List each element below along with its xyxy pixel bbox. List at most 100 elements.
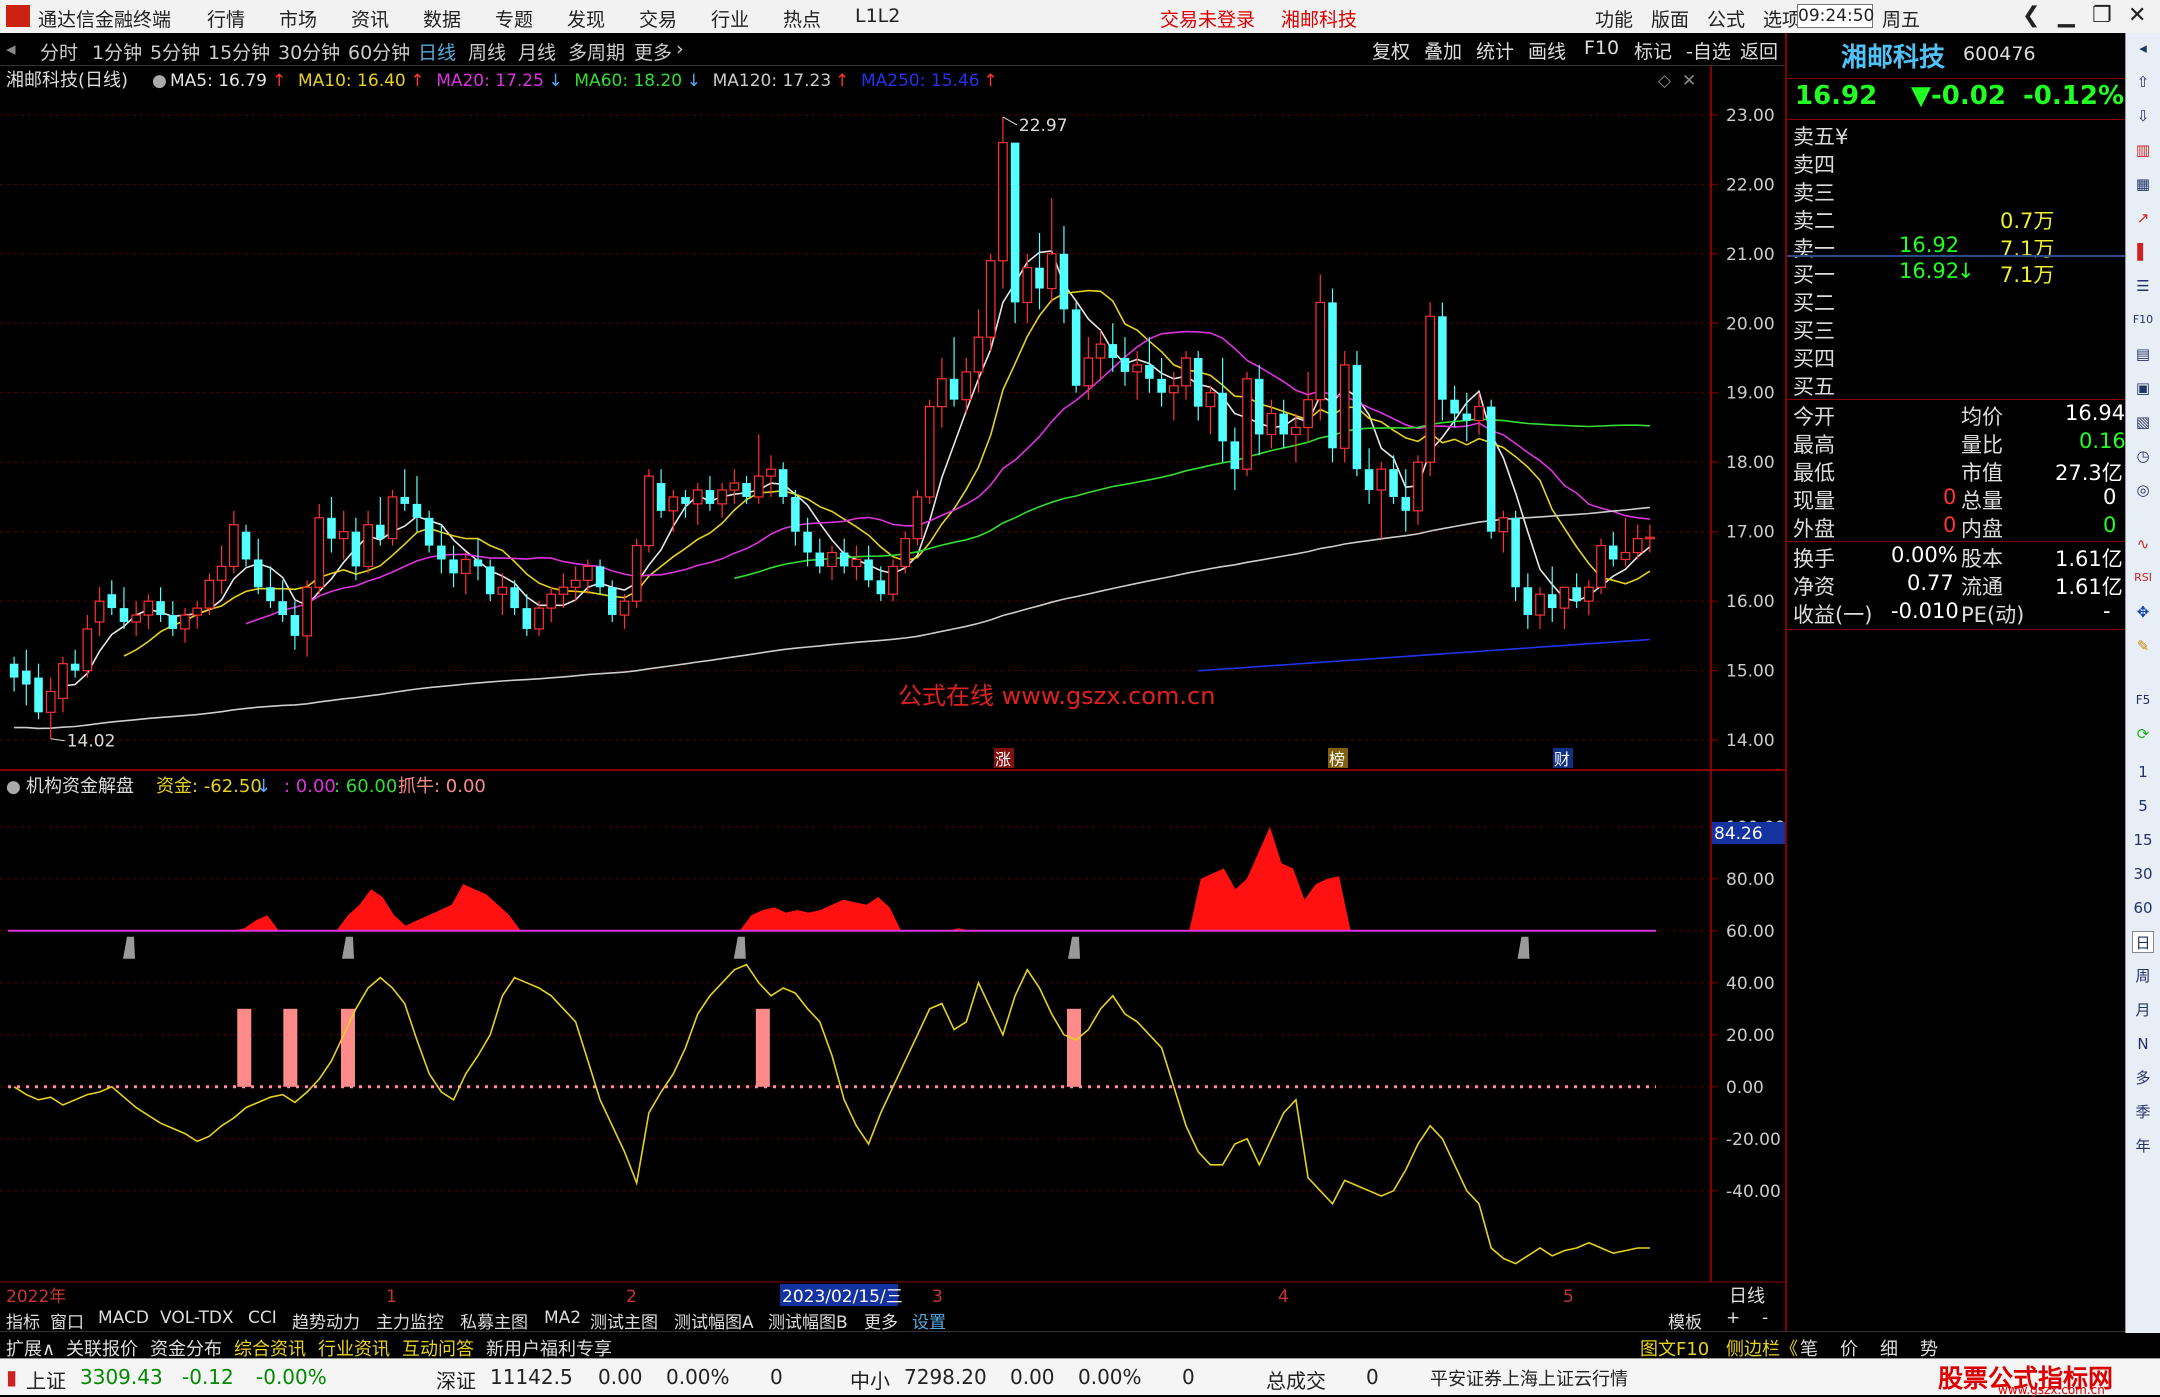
list-icon[interactable]: ☰ bbox=[2132, 275, 2154, 297]
f10-button[interactable]: F10 bbox=[1584, 37, 1619, 59]
period-30-button[interactable]: 30 bbox=[2132, 863, 2154, 885]
remove-watchlist-button[interactable]: -自选 bbox=[1686, 37, 1731, 64]
statistics-button[interactable]: 统计 bbox=[1476, 37, 1514, 64]
template-button[interactable]: 模板 bbox=[1668, 1308, 1702, 1333]
trade-login-notice[interactable]: 交易未登录 bbox=[1160, 5, 1255, 32]
menu-layout[interactable]: 版面 bbox=[1651, 5, 1689, 32]
menu-info[interactable]: 资讯 bbox=[351, 5, 389, 32]
tab-15min[interactable]: 15分钟 bbox=[208, 38, 270, 65]
sz-label[interactable]: 深证 bbox=[436, 1365, 476, 1394]
remove-pane-button[interactable]: - bbox=[1762, 1308, 1768, 1328]
period-week-button[interactable]: 周 bbox=[2132, 965, 2154, 987]
close-icon[interactable]: ✕ bbox=[2128, 3, 2146, 28]
target-icon[interactable]: ◎ bbox=[2132, 479, 2154, 501]
period-day-button[interactable]: 日 bbox=[2132, 931, 2154, 953]
tab-macd[interactable]: MACD bbox=[98, 1308, 149, 1328]
menu-data[interactable]: 数据 bbox=[423, 5, 461, 32]
chart-diamond-icon[interactable]: ◇ bbox=[1658, 71, 1672, 91]
kline-icon[interactable]: ▥ bbox=[2132, 139, 2154, 161]
period-15-button[interactable]: 15 bbox=[2132, 829, 2154, 851]
tab-weekly[interactable]: 周线 bbox=[468, 38, 506, 65]
tab-1min[interactable]: 1分钟 bbox=[92, 38, 142, 65]
period-multi-button[interactable]: 多 bbox=[2132, 1067, 2154, 1089]
period-month-button[interactable]: 月 bbox=[2132, 999, 2154, 1021]
period-5-button[interactable]: 5 bbox=[2132, 795, 2154, 817]
tab-window[interactable]: 窗口 bbox=[50, 1308, 84, 1333]
period-60-button[interactable]: 60 bbox=[2132, 897, 2154, 919]
sh-label[interactable]: 上证 bbox=[26, 1365, 66, 1394]
more-chevron-icon[interactable]: › bbox=[676, 38, 684, 60]
f5-icon[interactable]: F5 bbox=[2132, 689, 2154, 711]
f10-icon[interactable]: F10 bbox=[2132, 309, 2154, 331]
table-icon[interactable]: ▤ bbox=[2132, 343, 2154, 365]
zx-label[interactable]: 中小 bbox=[850, 1365, 890, 1394]
rsi-icon[interactable]: RSI bbox=[2132, 567, 2154, 589]
refresh-icon[interactable]: ⟳ bbox=[2132, 723, 2154, 745]
menu-discover[interactable]: 发现 bbox=[567, 5, 605, 32]
tab-indicator[interactable]: 指标 bbox=[6, 1308, 40, 1333]
tab-test-sub-b[interactable]: 测试幅图B bbox=[768, 1308, 848, 1333]
menu-l1l2[interactable]: L1L2 bbox=[855, 5, 900, 27]
back-icon[interactable]: ❮ bbox=[2022, 3, 2040, 28]
document-icon[interactable]: ▣ bbox=[2132, 377, 2154, 399]
broker-name[interactable]: 平安证券上海上证云行情 bbox=[1430, 1365, 1628, 1391]
bid1-price[interactable]: 16.92 bbox=[1899, 259, 1959, 287]
menu-trade[interactable]: 交易 bbox=[639, 5, 677, 32]
collapse-left-icon[interactable]: ◂ bbox=[2132, 37, 2154, 59]
tab-trend-power[interactable]: 趋势动力 bbox=[292, 1308, 360, 1333]
bid1-label[interactable]: 买一 bbox=[1793, 259, 1835, 287]
settings-icon[interactable]: ● bbox=[152, 71, 167, 91]
arrow-down-icon[interactable]: ⇩ bbox=[2132, 105, 2154, 127]
overlay-button[interactable]: 叠加 bbox=[1424, 37, 1462, 64]
mark-button[interactable]: 标记 bbox=[1634, 37, 1672, 64]
collapse-icon[interactable]: ◂ bbox=[6, 38, 16, 60]
restore-icon[interactable]: ❐ bbox=[2092, 3, 2112, 28]
menu-options[interactable]: 选项 bbox=[1763, 5, 1801, 32]
marker-bang[interactable]: 榜 bbox=[1329, 750, 1345, 769]
tab-more[interactable]: 更多 bbox=[634, 38, 672, 65]
trend-icon[interactable]: ↗ bbox=[2132, 207, 2154, 229]
tab-daily[interactable]: 日线 bbox=[418, 38, 456, 65]
chart-line-icon[interactable]: ∿ bbox=[2132, 533, 2154, 555]
return-button[interactable]: 返回 bbox=[1740, 37, 1778, 64]
sub-settings-icon[interactable]: ● bbox=[6, 777, 21, 797]
period-1-button[interactable]: 1 bbox=[2132, 761, 2154, 783]
menu-market[interactable]: 行情 bbox=[207, 5, 245, 32]
restore-rights-button[interactable]: 复权 bbox=[1372, 37, 1410, 64]
tab-vol-tdx[interactable]: VOL-TDX bbox=[160, 1308, 234, 1328]
draw-line-button[interactable]: 画线 bbox=[1528, 37, 1566, 64]
f2-icon[interactable]: ▧ bbox=[2132, 411, 2154, 433]
tab-test-main[interactable]: 测试主图 bbox=[590, 1308, 658, 1333]
period-quarter-button[interactable]: 季 bbox=[2132, 1101, 2154, 1123]
grid-icon[interactable]: ▦ bbox=[2132, 173, 2154, 195]
tab-multiperiod[interactable]: 多周期 bbox=[568, 38, 625, 65]
tab-main-monitor[interactable]: 主力监控 bbox=[376, 1308, 444, 1333]
arrow-up-icon[interactable]: ⇧ bbox=[2132, 71, 2154, 93]
marker-zhang[interactable]: 涨 bbox=[995, 750, 1011, 769]
tab-intraday[interactable]: 分时 bbox=[40, 38, 78, 65]
menu-market-2[interactable]: 市场 bbox=[279, 5, 317, 32]
period-year-button[interactable]: 年 bbox=[2132, 1135, 2154, 1157]
menu-topic[interactable]: 专题 bbox=[495, 5, 533, 32]
candle-icon[interactable]: ▌ bbox=[2132, 241, 2154, 263]
move-icon[interactable]: ✥ bbox=[2132, 601, 2154, 623]
tab-30min[interactable]: 30分钟 bbox=[278, 38, 340, 65]
minimize-icon[interactable]: ▁ bbox=[2058, 3, 2075, 28]
marker-cai[interactable]: 财 bbox=[1554, 750, 1570, 769]
tab-settings[interactable]: 设置 bbox=[912, 1308, 946, 1333]
tab-60min[interactable]: 60分钟 bbox=[348, 38, 410, 65]
period-n-button[interactable]: N bbox=[2132, 1033, 2154, 1055]
chart-area[interactable]: 湘邮科技(日线) ● MA5: 16.79 ↑ MA10: 16.40 ↑ MA20: … bbox=[0, 66, 1785, 1306]
tab-monthly[interactable]: 月线 bbox=[518, 38, 556, 65]
menu-formula[interactable]: 公式 bbox=[1707, 5, 1745, 32]
chart-close-icon[interactable]: ✕ bbox=[1682, 71, 1696, 91]
tab-cci[interactable]: CCI bbox=[248, 1308, 277, 1328]
tab-more-indicators[interactable]: 更多 bbox=[864, 1308, 898, 1333]
clock-icon[interactable]: ◷ bbox=[2132, 445, 2154, 467]
tab-test-sub-a[interactable]: 测试幅图A bbox=[674, 1308, 754, 1333]
menu-function[interactable]: 功能 bbox=[1595, 5, 1633, 32]
add-pane-button[interactable]: + bbox=[1726, 1308, 1740, 1328]
menu-industry[interactable]: 行业 bbox=[711, 5, 749, 32]
tab-5min[interactable]: 5分钟 bbox=[150, 38, 200, 65]
pencil-icon[interactable]: ✎ bbox=[2132, 635, 2154, 657]
